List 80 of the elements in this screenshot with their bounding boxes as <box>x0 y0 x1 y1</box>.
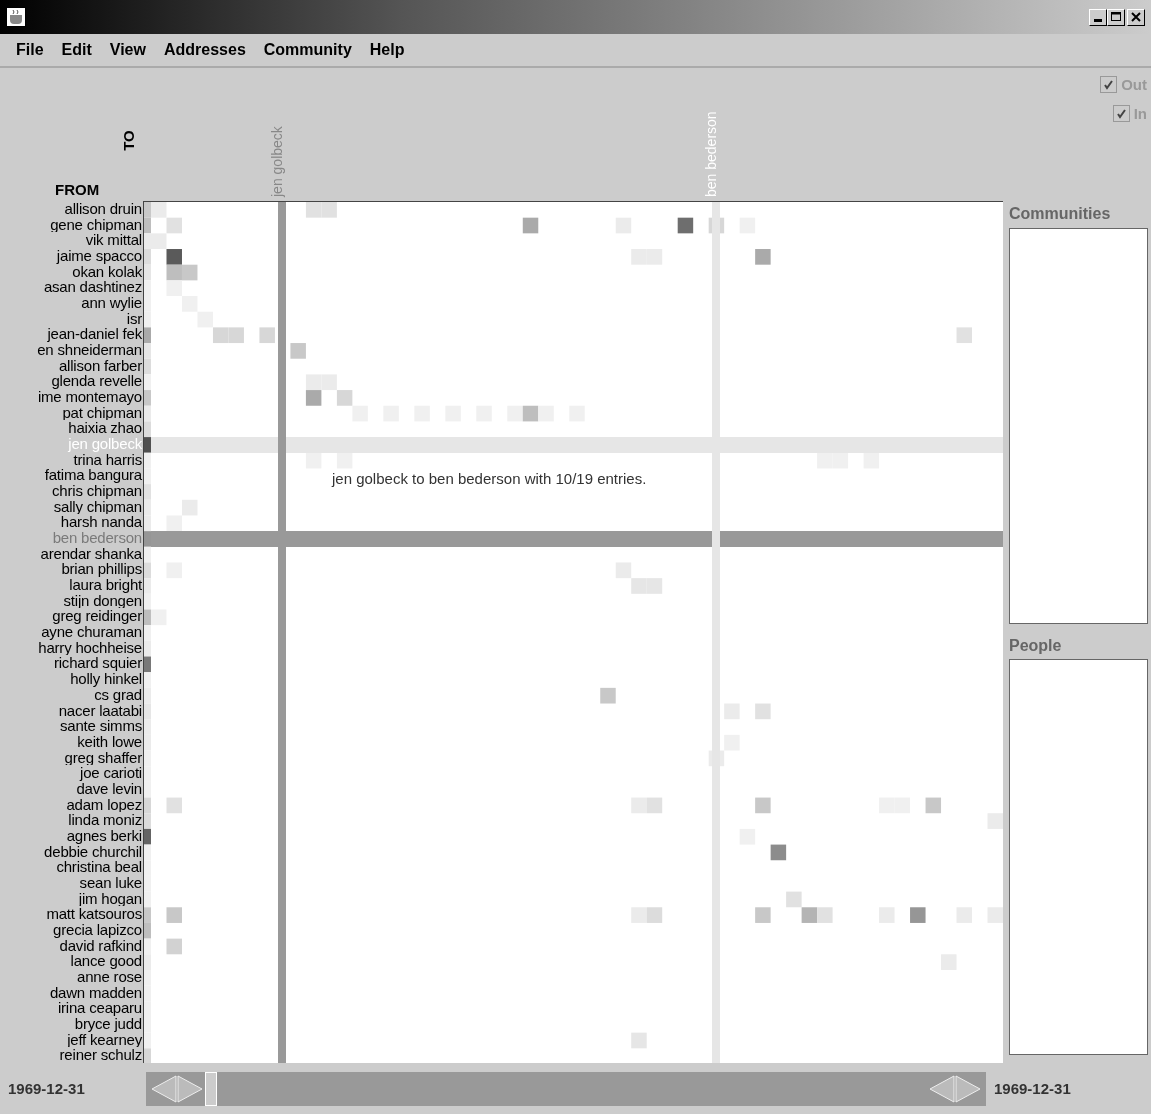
row-label[interactable]: harry hochheise <box>0 639 143 656</box>
step-arrows-icon <box>150 1073 204 1104</box>
end-date: 1969-12-31 <box>994 1080 1072 1097</box>
menu-item[interactable]: Help <box>369 41 405 59</box>
row-label[interactable]: linda moniz <box>0 812 143 828</box>
menu-item[interactable]: View <box>109 41 146 59</box>
maximize-icon <box>1109 10 1123 24</box>
row-label[interactable]: allison farber <box>0 357 143 374</box>
row-label[interactable]: jeff kearney <box>0 1031 143 1048</box>
panel-title: People <box>1009 635 1063 656</box>
step-arrows-icon <box>928 1073 982 1104</box>
row-label[interactable]: glenda revelle <box>0 373 143 390</box>
row-label[interactable]: okan kolak <box>0 263 143 280</box>
row-label[interactable]: en shneiderman <box>0 342 143 358</box>
row-label[interactable]: lance good <box>0 953 143 969</box>
check-icon <box>1115 108 1127 119</box>
menu-item[interactable]: Community <box>263 41 352 59</box>
row-label[interactable]: agnes berki <box>0 827 143 844</box>
row-label[interactable]: bryce judd <box>0 1015 143 1032</box>
row-label[interactable]: trina harris <box>0 451 143 468</box>
row-label[interactable]: brian phillips <box>0 561 143 578</box>
minimize-icon <box>1094 18 1102 22</box>
row-label[interactable]: vik mittal <box>0 232 143 248</box>
axis-label: FROM <box>55 181 100 198</box>
row-label[interactable]: allison druin <box>0 201 143 217</box>
row-label[interactable]: dawn madden <box>0 984 143 1001</box>
row-label[interactable]: jaime spacco <box>0 248 143 264</box>
row-label[interactable]: greg reidinger <box>0 608 143 625</box>
tooltip-text: jen golbeck to ben bederson with 10/19 entries. <box>332 470 647 487</box>
menu-item[interactable]: File <box>16 41 44 59</box>
row-label[interactable]: ann wylie <box>0 295 143 311</box>
row-label[interactable]: debbie churchil <box>0 843 143 860</box>
row-label[interactable]: harsh nanda <box>0 514 143 531</box>
menu-item[interactable]: Addresses <box>163 41 246 59</box>
row-label[interactable]: greg shaffer <box>0 749 143 766</box>
slider-thumb[interactable] <box>204 1071 217 1106</box>
column-label: jen golbeck <box>268 126 285 197</box>
row-label[interactable]: ime montemayo <box>0 389 143 405</box>
row-label[interactable]: adam lopez <box>0 796 143 813</box>
row-label[interactable]: anne rose <box>0 968 143 985</box>
row-label[interactable]: joe carioti <box>0 765 143 781</box>
check-icon <box>1103 79 1115 90</box>
row-label[interactable]: fatima bangura <box>0 467 143 484</box>
row-label[interactable]: arendar shanka <box>0 545 143 562</box>
row-label[interactable]: nacer laatabi <box>0 702 143 719</box>
row-label[interactable]: laura bright <box>0 577 143 593</box>
axis-label: TO <box>119 130 137 151</box>
row-label[interactable]: ayne churaman <box>0 624 143 640</box>
row-label[interactable]: sean luke <box>0 874 143 891</box>
timeline-slider[interactable] <box>146 1071 986 1106</box>
row-label[interactable]: jean-daniel fek <box>0 326 143 343</box>
row-label[interactable]: sally chipman <box>0 498 143 515</box>
menu-item[interactable]: Edit <box>61 41 92 59</box>
row-label[interactable]: dave levin <box>0 780 143 797</box>
row-label[interactable]: christina beal <box>0 859 143 875</box>
row-label[interactable]: asan dashtinez <box>0 279 143 296</box>
row-label[interactable]: stijn dongen <box>0 592 143 609</box>
row-label[interactable]: irina ceaparu <box>0 1000 143 1016</box>
close-icon <box>1129 10 1143 24</box>
minimize-button[interactable] <box>1089 8 1107 26</box>
start-date: 1969-12-31 <box>8 1080 86 1097</box>
row-label[interactable]: chris chipman <box>0 483 143 499</box>
row-label[interactable]: david rafkind <box>0 937 143 954</box>
maximize-button[interactable] <box>1107 8 1125 26</box>
row-label[interactable]: cs grad <box>0 686 143 703</box>
row-label[interactable]: richard squier <box>0 655 143 672</box>
row-label[interactable]: grecia lapizco <box>0 921 143 938</box>
close-button[interactable] <box>1127 8 1145 26</box>
row-label[interactable]: isr <box>0 310 143 327</box>
row-label[interactable]: jim hogan <box>0 890 143 907</box>
row-label[interactable]: keith lowe <box>0 733 143 750</box>
row-label[interactable]: sante simms <box>0 718 143 734</box>
row-label[interactable]: haixia zhao <box>0 420 143 437</box>
row-label[interactable]: matt katsouros <box>0 906 143 922</box>
row-label[interactable]: gene chipman <box>0 216 143 233</box>
panel-title: Communities <box>1009 204 1112 225</box>
app-icon <box>6 7 26 27</box>
row-label[interactable]: pat chipman <box>0 404 143 421</box>
row-label[interactable]: holly hinkel <box>0 671 143 687</box>
row-label[interactable]: reiner schulz <box>0 1047 143 1063</box>
